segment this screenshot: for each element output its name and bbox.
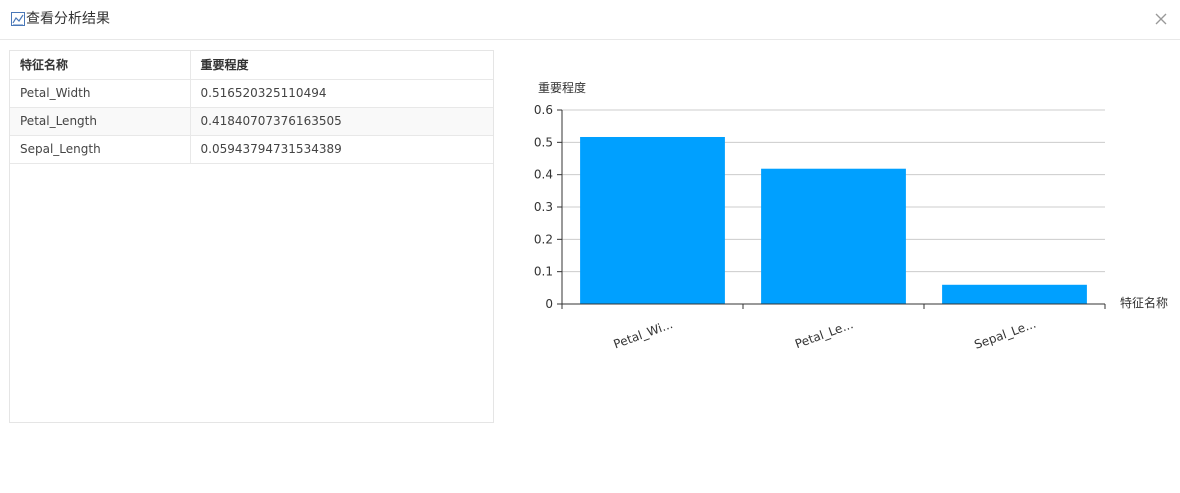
y-tick-label: 0.6 xyxy=(534,103,553,117)
x-tick-label: Sepal_Le... xyxy=(972,317,1038,352)
bars xyxy=(580,136,1087,304)
y-tick-label: 0.2 xyxy=(534,232,553,246)
y-tick-label: 0.4 xyxy=(534,168,553,182)
table-row[interactable]: Petal_Length 0.41840707376163505 xyxy=(10,107,493,136)
x-tick-label: Petal_Wi... xyxy=(612,317,675,351)
x-axis-title: 特征名称 xyxy=(1120,295,1168,310)
feature-name-cell: Petal_Width xyxy=(10,79,191,108)
close-icon[interactable] xyxy=(1150,8,1172,30)
feature-name-cell: Sepal_Length xyxy=(10,135,191,164)
column-header-importance[interactable]: 重要程度 xyxy=(190,51,493,80)
importance-cell: 0.41840707376163505 xyxy=(190,107,493,136)
bar[interactable] xyxy=(942,284,1087,304)
table-row[interactable]: Sepal_Length 0.05943794731534389 xyxy=(10,135,493,164)
feature-name-cell: Petal_Length xyxy=(10,107,191,136)
feature-importance-table-panel: 特征名称 重要程度 Petal_Width 0.516520325110494 … xyxy=(9,50,494,423)
bar[interactable] xyxy=(761,168,906,304)
feature-importance-table: 特征名称 重要程度 Petal_Width 0.516520325110494 … xyxy=(10,51,493,164)
importance-cell: 0.05943794731534389 xyxy=(190,135,493,164)
bar[interactable] xyxy=(580,136,725,304)
dialog-title: 查看分析结果 xyxy=(26,11,110,27)
table-header-row: 特征名称 重要程度 xyxy=(10,51,493,80)
x-tick-label: Petal_Le... xyxy=(793,317,855,351)
importance-cell: 0.516520325110494 xyxy=(190,79,493,108)
dialog-header: 查看分析结果 xyxy=(0,0,1180,40)
y-tick-label: 0.3 xyxy=(534,200,553,214)
y-axis-title: 重要程度 xyxy=(538,80,586,95)
y-tick-label: 0.1 xyxy=(534,265,553,279)
y-tick-label: 0 xyxy=(545,297,553,311)
table-row[interactable]: Petal_Width 0.516520325110494 xyxy=(10,79,493,108)
feature-importance-bar-chart: 重要程度 特征名称 0 0.1 0.2 0.3 0.4 0.5 0.6 Petal_Wi...… xyxy=(534,80,1168,352)
y-tick-label: 0.5 xyxy=(534,135,553,149)
column-header-feature-name[interactable]: 特征名称 xyxy=(10,51,191,80)
chart-analysis-icon xyxy=(11,12,25,26)
